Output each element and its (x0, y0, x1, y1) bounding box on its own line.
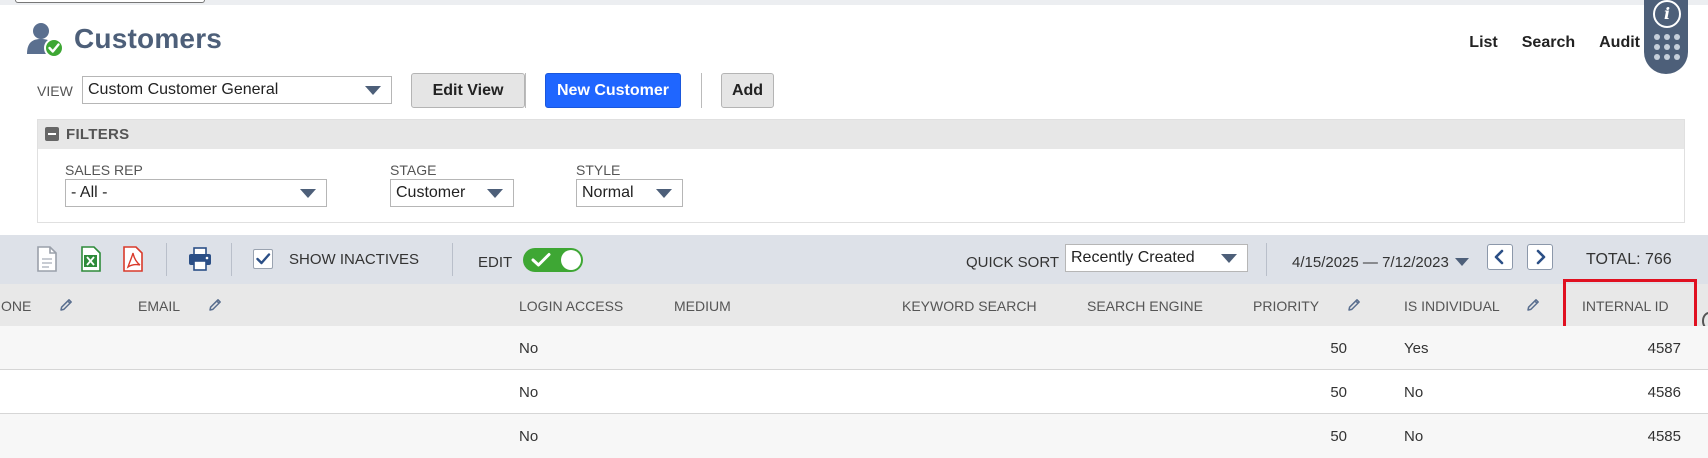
filters-panel: FILTERS SALES REP - All - STAGE Customer… (37, 119, 1685, 223)
table-row[interactable]: No 50 Yes 4587 (0, 326, 1708, 370)
total-count: TOTAL: 766 (1586, 251, 1672, 268)
column-header-priority[interactable]: PRIORITY (1253, 298, 1319, 314)
filters-title: FILTERS (66, 126, 130, 143)
chevron-down-icon (487, 189, 503, 198)
header-link-list[interactable]: List (1469, 34, 1497, 52)
edit-toggle[interactable] (523, 248, 583, 272)
export-pdf-icon[interactable] (120, 245, 146, 273)
cell-internal-id: 4585 (1647, 428, 1681, 445)
collapse-icon[interactable] (45, 127, 59, 141)
info-icon[interactable]: i (1653, 0, 1681, 28)
quick-sort-value: Recently Created (1071, 249, 1195, 266)
page-title: Customers (74, 23, 223, 54)
header-link-audit[interactable]: Audit (1599, 34, 1640, 52)
style-label: STYLE (576, 162, 621, 178)
cell-is-individual: No (1404, 428, 1424, 445)
divider (701, 73, 702, 108)
view-label: VIEW (37, 83, 73, 99)
pencil-icon[interactable] (1525, 297, 1541, 313)
cell-internal-id: 4587 (1647, 340, 1681, 357)
column-header-medium[interactable]: MEDIUM (674, 298, 731, 314)
cell-is-individual: No (1404, 384, 1424, 401)
column-header-phone[interactable]: ONE (1, 298, 31, 314)
table-row[interactable]: No 50 No 4585 (0, 414, 1708, 458)
toggle-knob (561, 250, 581, 270)
edit-view-button[interactable]: Edit View (411, 73, 525, 108)
show-inactives-label: SHOW INACTIVES (289, 251, 420, 268)
header-links: List Search Audit (1469, 34, 1640, 52)
top-strip (0, 0, 1708, 5)
chevron-down-icon (656, 189, 672, 198)
header-link-search[interactable]: Search (1522, 34, 1575, 52)
sales-rep-value: - All - (71, 184, 108, 201)
style-value: Normal (582, 184, 634, 201)
chevron-down-icon (365, 86, 381, 95)
divider (1266, 243, 1267, 276)
cell-priority: 50 (1330, 428, 1347, 445)
filters-header[interactable]: FILTERS (38, 120, 1684, 149)
quick-sort-select[interactable]: Recently Created (1065, 244, 1248, 272)
column-header-is-individual[interactable]: IS INDIVIDUAL (1404, 298, 1500, 314)
chevron-down-icon (300, 189, 316, 198)
cell-priority: 50 (1330, 340, 1347, 357)
checkmark-icon (256, 253, 271, 265)
export-csv-icon[interactable] (34, 245, 60, 273)
cell-login-access: No (519, 384, 539, 401)
pencil-icon[interactable] (1346, 297, 1362, 313)
cell-internal-id: 4586 (1647, 384, 1681, 401)
divider (525, 73, 526, 108)
column-header-search-engine[interactable]: SEARCH ENGINE (1087, 298, 1203, 314)
view-select[interactable]: Custom Customer General (82, 76, 392, 104)
column-header-login-access[interactable]: LOGIN ACCESS (519, 298, 623, 314)
style-select[interactable]: Normal (576, 179, 683, 207)
column-header-keyword-search[interactable]: KEYWORD SEARCH (902, 298, 1037, 314)
add-button[interactable]: Add (721, 73, 774, 108)
keypad-icon[interactable] (1654, 34, 1680, 60)
cell-is-individual: Yes (1404, 340, 1429, 357)
show-inactives-checkbox[interactable] (253, 249, 273, 269)
cell-priority: 50 (1330, 384, 1347, 401)
date-range[interactable]: 4/15/2025 — 7/12/2023 (1292, 254, 1449, 271)
sales-rep-label: SALES REP (65, 162, 143, 178)
divider (231, 243, 232, 276)
table-header: ONE EMAIL LOGIN ACCESS MEDIUM KEYWORD SE… (0, 284, 1708, 326)
edit-label: EDIT (478, 254, 513, 271)
stage-label: STAGE (390, 162, 437, 178)
new-customer-button[interactable]: New Customer (545, 73, 681, 108)
pencil-icon[interactable] (58, 297, 74, 313)
stage-value: Customer (396, 184, 466, 201)
next-page-button[interactable] (1527, 244, 1553, 270)
customer-icon (27, 23, 64, 58)
table-row[interactable]: No 50 No 4586 (0, 370, 1708, 414)
stage-select[interactable]: Customer (390, 179, 514, 207)
checkmark-icon (531, 253, 551, 267)
quick-sort-label: QUICK SORT (966, 254, 1060, 271)
tab-stub[interactable] (15, 0, 205, 3)
divider (452, 243, 453, 276)
cell-login-access: No (519, 428, 539, 445)
column-header-email[interactable]: EMAIL (138, 298, 180, 314)
chevron-down-icon (1221, 254, 1237, 263)
pencil-icon[interactable] (207, 297, 223, 313)
divider (166, 243, 167, 276)
view-select-value: Custom Customer General (88, 81, 279, 98)
chevron-right-icon (1536, 249, 1546, 265)
export-excel-icon[interactable] (78, 245, 104, 273)
chevron-down-icon[interactable] (1455, 258, 1469, 266)
previous-page-button[interactable] (1487, 244, 1513, 270)
list-toolbar: SHOW INACTIVES EDIT QUICK SORT Recently … (0, 235, 1708, 284)
chevron-left-icon (1494, 249, 1504, 265)
print-icon[interactable] (186, 245, 214, 273)
sales-rep-select[interactable]: - All - (65, 179, 327, 207)
cell-login-access: No (519, 340, 539, 357)
help-widget[interactable]: i (1644, 0, 1688, 74)
